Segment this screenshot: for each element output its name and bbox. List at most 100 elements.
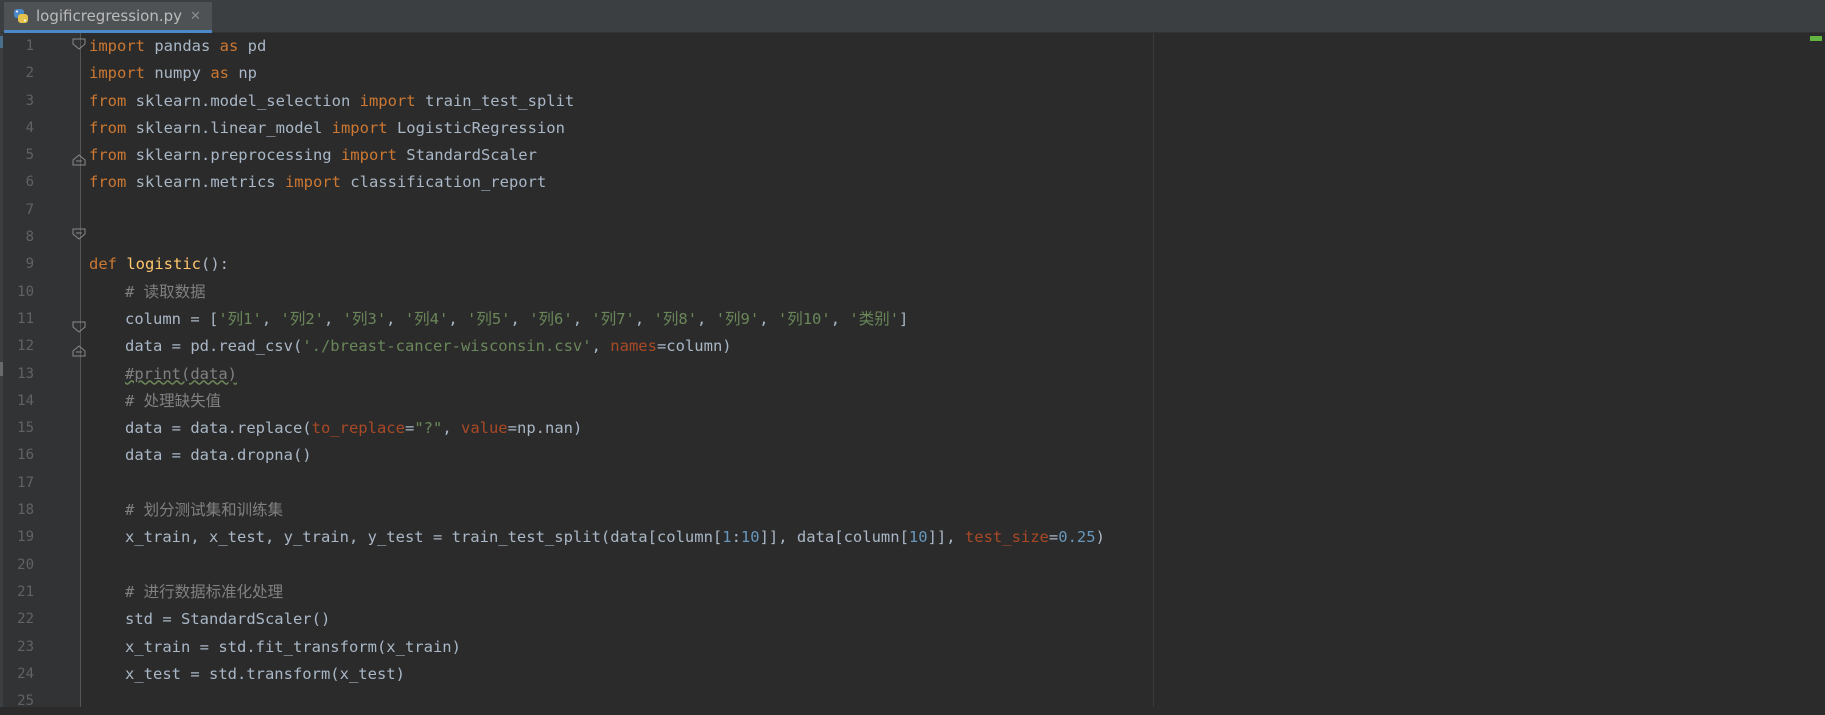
code-text: (): bbox=[201, 255, 229, 274]
fold-close-icon[interactable] bbox=[72, 342, 86, 357]
code-line[interactable]: import numpy as np bbox=[89, 60, 1149, 87]
close-tab-icon[interactable]: ✕ bbox=[190, 9, 201, 24]
python-file-icon bbox=[12, 7, 30, 25]
line-number: 13 bbox=[17, 365, 34, 382]
code-text: x_test = std.transform(x_test) bbox=[125, 664, 405, 683]
code-line[interactable]: data = pd.read_csv('./breast-cancer-wisc… bbox=[89, 333, 1149, 360]
function-name: logistic bbox=[126, 255, 201, 274]
keyword: from bbox=[89, 173, 127, 192]
code-line[interactable] bbox=[89, 224, 1149, 251]
comment: # 读取数据 bbox=[125, 282, 206, 301]
editor-tab-bar: logificregression.py ✕ bbox=[0, 0, 1825, 33]
keyword: import bbox=[284, 173, 341, 192]
file-tab[interactable]: logificregression.py ✕ bbox=[4, 2, 212, 33]
string: './breast-cancer-wisconsin.csv' bbox=[302, 337, 592, 356]
code-line[interactable]: x_train, x_test, y_train, y_test = train… bbox=[89, 524, 1149, 551]
code-text: ] bbox=[899, 309, 909, 328]
code-text: LogisticRegression bbox=[387, 118, 565, 137]
line-number: 21 bbox=[17, 583, 34, 600]
keyword-argument: names bbox=[610, 337, 657, 356]
keyword-argument: test_size bbox=[964, 528, 1049, 547]
code-text: ]], data[column[ bbox=[759, 528, 909, 547]
line-number: 18 bbox=[17, 502, 34, 519]
line-number: 24 bbox=[17, 665, 34, 682]
file-tab-label: logificregression.py bbox=[36, 7, 183, 25]
keyword: from bbox=[89, 91, 127, 110]
code-line[interactable]: from sklearn.metrics import classificati… bbox=[89, 169, 1149, 196]
keyword: as bbox=[210, 64, 229, 83]
string: '列9' bbox=[715, 309, 760, 328]
code-line[interactable]: data = data.replace(to_replace="?", valu… bbox=[89, 415, 1149, 442]
line-number: 6 bbox=[25, 174, 34, 191]
line-number: 14 bbox=[17, 392, 34, 409]
comment: # 进行数据标准化处理 bbox=[125, 582, 284, 601]
code-text: classification_report bbox=[340, 173, 547, 192]
code-line[interactable] bbox=[89, 197, 1149, 224]
comment: # 处理缺失值 bbox=[125, 391, 222, 410]
string: '列6' bbox=[529, 309, 573, 328]
code-text: , bbox=[830, 309, 850, 328]
code-text: sklearn.metrics bbox=[126, 173, 285, 192]
code-area[interactable]: import pandas as pd import numpy as np f… bbox=[89, 33, 1149, 688]
number: 1 bbox=[722, 528, 732, 547]
line-number: 15 bbox=[17, 420, 34, 437]
code-line[interactable]: import pandas as pd bbox=[89, 33, 1149, 60]
fold-open-icon[interactable] bbox=[72, 318, 86, 333]
code-text: , bbox=[324, 309, 343, 328]
code-text: sklearn.preprocessing bbox=[126, 146, 341, 165]
code-text: =np.nan) bbox=[507, 419, 583, 438]
code-line[interactable]: x_train = std.fit_transform(x_train) bbox=[89, 634, 1149, 661]
string: '类别' bbox=[849, 309, 900, 328]
code-text: , bbox=[448, 309, 468, 328]
keyword-argument: to_replace bbox=[311, 419, 405, 438]
code-text: , bbox=[442, 419, 461, 438]
keyword: as bbox=[219, 37, 239, 55]
code-line[interactable]: from sklearn.linear_model import Logisti… bbox=[89, 115, 1149, 142]
code-line[interactable]: # 处理缺失值 bbox=[89, 388, 1149, 415]
code-line[interactable]: # 进行数据标准化处理 bbox=[89, 579, 1149, 606]
code-text: , bbox=[634, 309, 654, 328]
code-text: numpy bbox=[145, 64, 211, 83]
code-text: ) bbox=[1095, 528, 1105, 547]
fold-open-icon[interactable] bbox=[72, 225, 86, 240]
code-text: , bbox=[697, 309, 716, 328]
code-text: , bbox=[510, 309, 530, 328]
code-text: data = data.replace( bbox=[125, 419, 312, 438]
code-line[interactable]: # 划分测试集和训练集 bbox=[89, 497, 1149, 524]
code-text: , bbox=[261, 309, 281, 328]
code-line[interactable]: from sklearn.model_selection import trai… bbox=[89, 88, 1149, 115]
code-line[interactable]: std = StandardScaler() bbox=[89, 606, 1149, 633]
code-line[interactable]: from sklearn.preprocessing import Standa… bbox=[89, 142, 1149, 169]
code-text: sklearn.model_selection bbox=[126, 91, 360, 110]
line-number: 4 bbox=[25, 119, 34, 136]
code-text: : bbox=[731, 528, 741, 547]
keyword: from bbox=[89, 146, 127, 165]
string: "?" bbox=[414, 419, 443, 438]
code-line[interactable]: data = data.dropna() bbox=[89, 442, 1149, 469]
inspection-status-marker[interactable] bbox=[1810, 36, 1822, 41]
fold-close-icon[interactable] bbox=[72, 151, 86, 166]
line-number: 9 bbox=[25, 256, 34, 273]
code-line[interactable]: x_test = std.transform(x_test) bbox=[89, 661, 1149, 688]
code-line[interactable]: #print(data) bbox=[89, 361, 1149, 388]
keyword: import bbox=[359, 91, 416, 110]
code-line[interactable] bbox=[89, 470, 1149, 497]
code-text: , bbox=[591, 337, 611, 356]
line-number: 23 bbox=[17, 638, 34, 655]
code-line[interactable] bbox=[89, 552, 1149, 579]
code-text: x_train, x_test, y_train, y_test = train… bbox=[125, 528, 723, 547]
code-line[interactable]: def logistic(): bbox=[89, 251, 1149, 278]
number: 0.25 bbox=[1058, 528, 1096, 547]
comment: #print(data) bbox=[125, 364, 237, 383]
code-text: , bbox=[386, 309, 405, 328]
line-number: 8 bbox=[25, 229, 34, 246]
code-text: StandardScaler bbox=[396, 146, 537, 165]
code-line[interactable]: # 读取数据 bbox=[89, 279, 1149, 306]
code-line[interactable]: column = ['列1', '列2', '列3', '列4', '列5', … bbox=[89, 306, 1149, 333]
line-number: 19 bbox=[17, 529, 34, 546]
string: '列2' bbox=[280, 309, 325, 328]
line-number: 5 bbox=[25, 147, 34, 164]
right-margin-guide bbox=[1153, 33, 1154, 707]
string: '列7' bbox=[591, 309, 635, 328]
fold-open-icon[interactable] bbox=[72, 35, 86, 50]
